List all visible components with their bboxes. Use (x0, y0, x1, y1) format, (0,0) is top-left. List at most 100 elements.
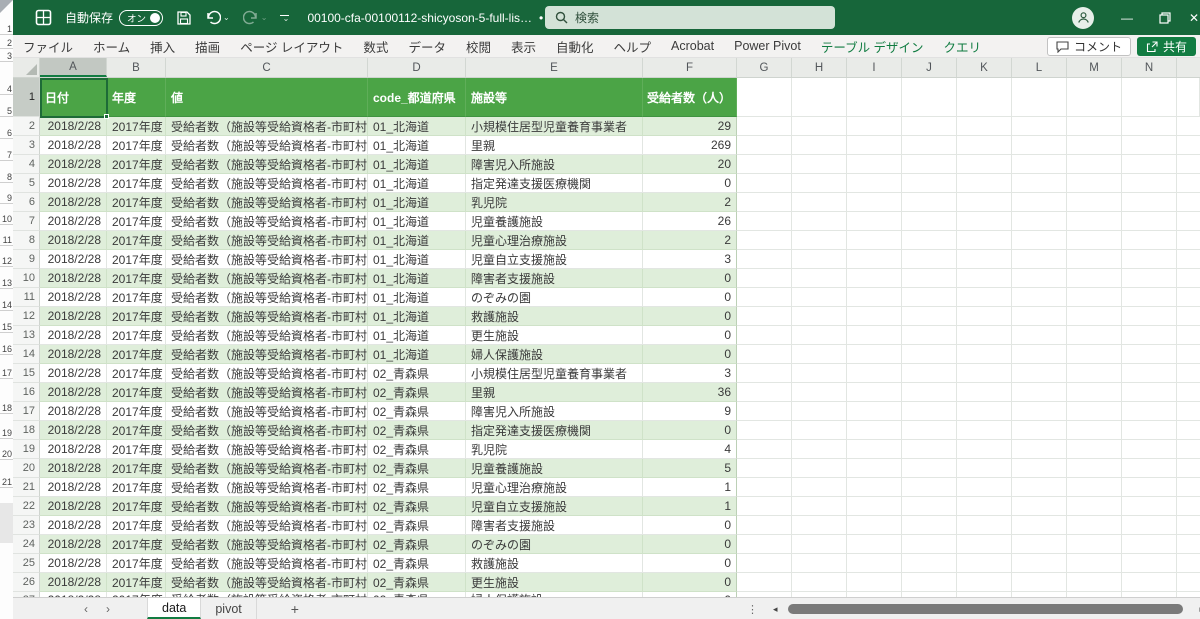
empty-cell[interactable] (1012, 307, 1067, 326)
empty-cell[interactable] (902, 516, 957, 535)
empty-cell[interactable] (1177, 440, 1200, 459)
cell-E20[interactable]: 児童養護施設 (466, 459, 643, 478)
empty-cell[interactable] (1067, 440, 1122, 459)
empty-cell[interactable] (1067, 516, 1122, 535)
empty-cell[interactable] (737, 402, 792, 421)
empty-cell[interactable] (792, 535, 847, 554)
empty-cell[interactable] (1012, 402, 1067, 421)
header-cell-E1[interactable]: 施設等 (466, 78, 643, 117)
sheet-tab-pivot[interactable]: pivot (201, 598, 256, 619)
empty-cell[interactable] (957, 516, 1012, 535)
cell-B5[interactable]: 2017年度 (107, 174, 166, 193)
empty-cell[interactable] (847, 573, 902, 592)
empty-cell[interactable] (847, 497, 902, 516)
empty-cell[interactable] (1012, 345, 1067, 364)
cell-C20[interactable]: 受給者数（施設等受給資格者-市町村分） (166, 459, 368, 478)
ribbon-tab-ホーム[interactable]: ホーム (83, 35, 140, 57)
empty-cell[interactable] (957, 364, 1012, 383)
empty-cell[interactable] (902, 402, 957, 421)
empty-cell[interactable] (1177, 497, 1200, 516)
cell-B7[interactable]: 2017年度 (107, 212, 166, 231)
cell-A11[interactable]: 2018/2/28 (40, 288, 107, 307)
cell-B21[interactable]: 2017年度 (107, 478, 166, 497)
empty-cell[interactable] (1177, 383, 1200, 402)
empty-cell[interactable] (847, 440, 902, 459)
empty-cell[interactable] (1122, 497, 1177, 516)
cell-C21[interactable]: 受給者数（施設等受給資格者-市町村分） (166, 478, 368, 497)
cell-D14[interactable]: 01_北海道 (368, 345, 466, 364)
empty-cell[interactable] (1067, 421, 1122, 440)
empty-cell[interactable] (957, 155, 1012, 174)
cell-D13[interactable]: 01_北海道 (368, 326, 466, 345)
header-cell-A1[interactable]: 日付 (40, 78, 107, 117)
empty-cell[interactable] (957, 212, 1012, 231)
cell-C17[interactable]: 受給者数（施設等受給資格者-市町村分） (166, 402, 368, 421)
empty-cell[interactable] (847, 535, 902, 554)
empty-cell[interactable] (1012, 383, 1067, 402)
row-header-18[interactable]: 18 (13, 421, 40, 440)
cell-B17[interactable]: 2017年度 (107, 402, 166, 421)
empty-cell[interactable] (792, 554, 847, 573)
cell-A6[interactable]: 2018/2/28 (40, 193, 107, 212)
cell-C2[interactable]: 受給者数（施設等受給資格者-市町村分） (166, 117, 368, 136)
column-header-B[interactable]: B (107, 58, 166, 77)
empty-cell[interactable] (1012, 326, 1067, 345)
empty-cell[interactable] (1177, 307, 1200, 326)
row-header-21[interactable]: 21 (13, 478, 40, 497)
empty-cell[interactable] (902, 326, 957, 345)
cell-E25[interactable]: 救護施設 (466, 554, 643, 573)
cell-B8[interactable]: 2017年度 (107, 231, 166, 250)
cell-A3[interactable]: 2018/2/28 (40, 136, 107, 155)
empty-cell[interactable] (847, 421, 902, 440)
cell-D8[interactable]: 01_北海道 (368, 231, 466, 250)
cell-A12[interactable]: 2018/2/28 (40, 307, 107, 326)
cell-E3[interactable]: 里親 (466, 136, 643, 155)
empty-cell[interactable] (737, 535, 792, 554)
cell-C6[interactable]: 受給者数（施設等受給資格者-市町村分） (166, 193, 368, 212)
ribbon-tab-自動化[interactable]: 自動化 (546, 35, 604, 57)
excel-app-icon[interactable] (35, 9, 52, 26)
cell-B6[interactable]: 2017年度 (107, 193, 166, 212)
cell-A26[interactable]: 2018/2/28 (40, 573, 107, 592)
empty-cell[interactable] (737, 554, 792, 573)
empty-cell[interactable] (902, 440, 957, 459)
empty-cell[interactable] (1177, 554, 1200, 573)
empty-cell[interactable] (1012, 516, 1067, 535)
cell-B24[interactable]: 2017年度 (107, 535, 166, 554)
cell-E26[interactable]: 更生施設 (466, 573, 643, 592)
scrollbar-thumb[interactable] (788, 604, 1183, 614)
ribbon-tab-数式[interactable]: 数式 (353, 35, 398, 57)
search-input[interactable]: 検索 (545, 6, 835, 29)
ribbon-tab-Acrobat[interactable]: Acrobat (661, 35, 724, 57)
header-cell-C1[interactable]: 値 (166, 78, 368, 117)
cell-E8[interactable]: 児童心理治療施設 (466, 231, 643, 250)
cell-E21[interactable]: 児童心理治療施設 (466, 478, 643, 497)
cell-E13[interactable]: 更生施設 (466, 326, 643, 345)
cell-B26[interactable]: 2017年度 (107, 573, 166, 592)
empty-cell[interactable] (1012, 193, 1067, 212)
empty-cell[interactable] (792, 307, 847, 326)
cell-D10[interactable]: 01_北海道 (368, 269, 466, 288)
row-header-23[interactable]: 23 (13, 516, 40, 535)
empty-cell[interactable] (1122, 155, 1177, 174)
ribbon-tab-表示[interactable]: 表示 (501, 35, 546, 57)
empty-cell[interactable] (737, 231, 792, 250)
empty-cell[interactable] (1012, 136, 1067, 155)
cell-A24[interactable]: 2018/2/28 (40, 535, 107, 554)
row-header-20[interactable]: 20 (13, 459, 40, 478)
empty-cell[interactable] (957, 459, 1012, 478)
cell-D2[interactable]: 01_北海道 (368, 117, 466, 136)
empty-cell[interactable] (902, 478, 957, 497)
empty-cell[interactable] (847, 193, 902, 212)
scroll-left-arrow[interactable]: ◂ (773, 604, 778, 615)
empty-cell[interactable] (792, 478, 847, 497)
cell-F4[interactable]: 20 (643, 155, 737, 174)
empty-cell[interactable] (847, 554, 902, 573)
minimize-button[interactable]: — (1108, 0, 1146, 35)
empty-cell[interactable] (1012, 364, 1067, 383)
empty-cell[interactable] (1122, 269, 1177, 288)
empty-cell[interactable] (1122, 288, 1177, 307)
row-header-19[interactable]: 19 (13, 440, 40, 459)
empty-cell[interactable] (792, 212, 847, 231)
cell-A9[interactable]: 2018/2/28 (40, 250, 107, 269)
